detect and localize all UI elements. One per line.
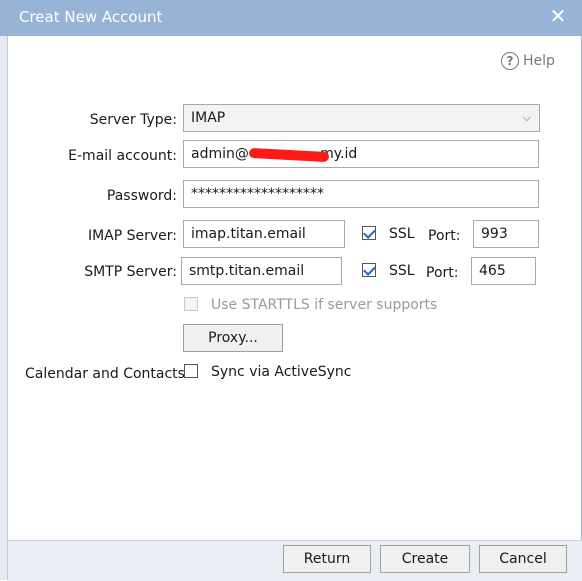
smtp-server-label: SMTP Server: xyxy=(84,264,177,280)
title-bar[interactable]: Creat New Account ✕ xyxy=(0,0,582,36)
smtp-ssl-checkbox[interactable] xyxy=(362,263,376,277)
help-label: Help xyxy=(523,53,555,69)
starttls-checkbox[interactable] xyxy=(184,297,198,311)
return-button[interactable]: Return xyxy=(283,545,371,573)
imap-ssl-checkbox[interactable] xyxy=(362,226,376,240)
imap-port-field[interactable] xyxy=(473,220,539,248)
cancel-button[interactable]: Cancel xyxy=(479,545,567,573)
window-title: Creat New Account xyxy=(19,8,163,26)
activesync-checkbox[interactable] xyxy=(184,364,198,378)
imap-port-label: Port: xyxy=(428,228,461,244)
server-type-select[interactable]: IMAP ⌵ xyxy=(183,104,540,132)
left-border xyxy=(0,36,8,580)
email-field[interactable] xyxy=(183,140,539,168)
smtp-ssl-label: SSL xyxy=(389,263,415,279)
calendar-label: Calendar and Contacts: xyxy=(25,366,190,382)
question-icon: ? xyxy=(501,52,519,70)
proxy-button[interactable]: Proxy... xyxy=(183,324,283,352)
activesync-label: Sync via ActiveSync xyxy=(211,364,352,380)
password-field[interactable] xyxy=(183,180,539,208)
dialog-window: Creat New Account ✕ ? Help Server Type: … xyxy=(0,0,582,581)
smtp-port-label: Port: xyxy=(426,265,459,281)
create-button[interactable]: Create xyxy=(380,545,470,573)
help-link[interactable]: ? Help xyxy=(501,50,555,72)
smtp-server-field[interactable] xyxy=(181,257,342,285)
server-type-value: IMAP xyxy=(191,110,226,126)
server-type-label: Server Type: xyxy=(89,112,177,128)
close-icon[interactable]: ✕ xyxy=(548,6,568,26)
starttls-label: Use STARTTLS if server supports xyxy=(211,297,438,313)
email-label: E-mail account: xyxy=(68,148,177,164)
imap-server-field[interactable] xyxy=(183,220,345,248)
smtp-port-field[interactable] xyxy=(471,257,536,285)
chevron-down-icon: ⌵ xyxy=(522,111,531,124)
imap-server-label: IMAP Server: xyxy=(87,228,177,244)
password-label: Password: xyxy=(106,188,177,204)
imap-ssl-label: SSL xyxy=(389,226,415,242)
